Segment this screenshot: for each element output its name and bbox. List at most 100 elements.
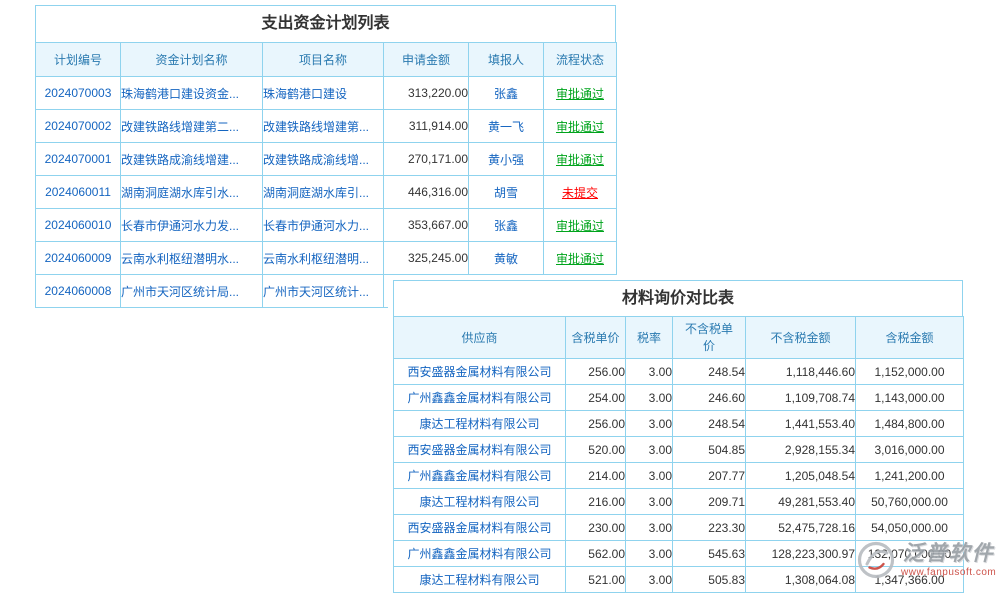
unit-price-tax-cell: 562.00: [566, 541, 626, 567]
project-name-cell[interactable]: 改建铁路线增建第...: [263, 110, 384, 143]
project-name-cell[interactable]: 长春市伊通河水力...: [263, 209, 384, 242]
plan-id-cell[interactable]: 2024060010: [36, 209, 121, 242]
plan-id-cell[interactable]: 2024070003: [36, 77, 121, 110]
fund-plan-name-cell[interactable]: 长春市伊通河水力发...: [121, 209, 263, 242]
plan-id-cell[interactable]: 2024060008: [36, 275, 121, 308]
table-row: 西安盛器金属材料有限公司 230.00 3.00 223.30 52,475,7…: [394, 515, 964, 541]
unit-price-tax-cell: 230.00: [566, 515, 626, 541]
tax-rate-cell: 3.00: [626, 567, 673, 593]
plan-table: 计划编号 资金计划名称 项目名称 申请金额 填报人 流程状态 202407000…: [35, 42, 617, 308]
flow-status-cell[interactable]: 未提交: [544, 176, 617, 209]
unit-price-no-tax-cell: 207.77: [673, 463, 746, 489]
amount-tax-cell: 3,016,000.00: [856, 437, 964, 463]
project-name-cell[interactable]: 改建铁路成渝线增...: [263, 143, 384, 176]
flow-status-cell[interactable]: 审批通过: [544, 209, 617, 242]
flow-status-cell[interactable]: 审批通过: [544, 242, 617, 275]
flow-status-cell[interactable]: 审批通过: [544, 110, 617, 143]
table-row: 西安盛器金属材料有限公司 256.00 3.00 248.54 1,118,44…: [394, 359, 964, 385]
amount-tax-cell: 1,484,800.00: [856, 411, 964, 437]
tax-rate-cell: 3.00: [626, 385, 673, 411]
supplier-cell[interactable]: 西安盛器金属材料有限公司: [394, 437, 566, 463]
plan-table-body: 2024070003 珠海鹤港口建设资金... 珠海鹤港口建设 313,220.…: [36, 77, 617, 308]
plan-table-header-row: 计划编号 资金计划名称 项目名称 申请金额 填报人 流程状态: [36, 43, 617, 77]
supplier-cell[interactable]: 西安盛器金属材料有限公司: [394, 359, 566, 385]
apply-amount-cell: 270,171.00: [384, 143, 469, 176]
supplier-cell[interactable]: 康达工程材料有限公司: [394, 567, 566, 593]
filler-cell: 黄敏: [469, 242, 544, 275]
flow-status-cell[interactable]: 审批通过: [544, 77, 617, 110]
fund-plan-name-cell[interactable]: 湖南洞庭湖水库引水...: [121, 176, 263, 209]
table-row: 2024070001 改建铁路成渝线增建... 改建铁路成渝线增... 270,…: [36, 143, 617, 176]
supplier-cell[interactable]: 西安盛器金属材料有限公司: [394, 515, 566, 541]
flow-status-cell[interactable]: 审批通过: [544, 143, 617, 176]
column-header-fund-plan-name: 资金计划名称: [121, 43, 263, 77]
unit-price-no-tax-cell: 504.85: [673, 437, 746, 463]
amount-no-tax-cell: 1,118,446.60: [746, 359, 856, 385]
table-row: 2024070003 珠海鹤港口建设资金... 珠海鹤港口建设 313,220.…: [36, 77, 617, 110]
amount-no-tax-cell: 1,109,708.74: [746, 385, 856, 411]
supplier-cell[interactable]: 广州鑫鑫金属材料有限公司: [394, 541, 566, 567]
table-row: 康达工程材料有限公司 256.00 3.00 248.54 1,441,553.…: [394, 411, 964, 437]
column-header-unit-price-tax: 含税单价: [566, 317, 626, 359]
unit-price-no-tax-cell: 223.30: [673, 515, 746, 541]
unit-price-no-tax-cell: 505.83: [673, 567, 746, 593]
project-name-cell[interactable]: 珠海鹤港口建设: [263, 77, 384, 110]
supplier-cell[interactable]: 广州鑫鑫金属材料有限公司: [394, 463, 566, 489]
column-header-tax-rate: 税率: [626, 317, 673, 359]
tax-rate-cell: 3.00: [626, 411, 673, 437]
tax-rate-cell: 3.00: [626, 515, 673, 541]
quote-table-title: 材料询价对比表: [393, 280, 963, 316]
apply-amount-cell: 313,220.00: [384, 77, 469, 110]
column-header-plan-id: 计划编号: [36, 43, 121, 77]
unit-price-tax-cell: 254.00: [566, 385, 626, 411]
fund-plan-name-cell[interactable]: 改建铁路线增建第二...: [121, 110, 263, 143]
tax-rate-cell: 3.00: [626, 489, 673, 515]
fund-plan-name-cell[interactable]: 广州市天河区统计局...: [121, 275, 263, 308]
unit-price-tax-cell: 256.00: [566, 411, 626, 437]
tax-rate-cell: 3.00: [626, 359, 673, 385]
project-name-cell[interactable]: 云南水利枢纽潜明...: [263, 242, 384, 275]
table-row: 2024060009 云南水利枢纽潜明水... 云南水利枢纽潜明... 325,…: [36, 242, 617, 275]
plan-id-cell[interactable]: 2024070002: [36, 110, 121, 143]
brand-text-block: 泛普软件 www.fanpusoft.com: [901, 542, 996, 577]
plan-table-panel: 支出资金计划列表 计划编号 资金计划名称 项目名称 申请金额 填报人 流程状态 …: [35, 5, 616, 308]
amount-tax-cell: 1,143,000.00: [856, 385, 964, 411]
column-header-project-name: 项目名称: [263, 43, 384, 77]
fund-plan-name-cell[interactable]: 珠海鹤港口建设资金...: [121, 77, 263, 110]
supplier-cell[interactable]: 广州鑫鑫金属材料有限公司: [394, 385, 566, 411]
table-row: 广州鑫鑫金属材料有限公司 214.00 3.00 207.77 1,205,04…: [394, 463, 964, 489]
tax-rate-cell: 3.00: [626, 437, 673, 463]
unit-price-tax-cell: 216.00: [566, 489, 626, 515]
filler-cell: 张鑫: [469, 209, 544, 242]
brand-name: 泛普软件: [903, 542, 995, 565]
fund-plan-name-cell[interactable]: 云南水利枢纽潜明水...: [121, 242, 263, 275]
column-header-unit-price-no-tax: 不含税单价: [673, 317, 746, 359]
table-row: 西安盛器金属材料有限公司 520.00 3.00 504.85 2,928,15…: [394, 437, 964, 463]
amount-no-tax-cell: 1,308,064.08: [746, 567, 856, 593]
fund-plan-name-cell[interactable]: 改建铁路成渝线增建...: [121, 143, 263, 176]
filler-cell: 胡雪: [469, 176, 544, 209]
quote-table-header-row: 供应商 含税单价 税率 不含税单价 不含税金额 含税金额: [394, 317, 964, 359]
amount-no-tax-cell: 1,205,048.54: [746, 463, 856, 489]
fanpu-logo-icon: [856, 540, 896, 580]
amount-no-tax-cell: 128,223,300.97: [746, 541, 856, 567]
supplier-cell[interactable]: 康达工程材料有限公司: [394, 411, 566, 437]
apply-amount-cell: 446,316.00: [384, 176, 469, 209]
project-name-cell[interactable]: 广州市天河区统计...: [263, 275, 384, 308]
apply-amount-cell: 311,914.00: [384, 110, 469, 143]
unit-price-tax-cell: 520.00: [566, 437, 626, 463]
amount-no-tax-cell: 49,281,553.40: [746, 489, 856, 515]
column-header-apply-amount: 申请金额: [384, 43, 469, 77]
plan-id-cell[interactable]: 2024070001: [36, 143, 121, 176]
unit-price-tax-cell: 256.00: [566, 359, 626, 385]
plan-id-cell[interactable]: 2024060011: [36, 176, 121, 209]
amount-no-tax-cell: 2,928,155.34: [746, 437, 856, 463]
column-header-unit-price-no-tax-label: 不含税单价: [683, 321, 735, 353]
column-header-flow-status: 流程状态: [544, 43, 617, 77]
table-row: 2024070002 改建铁路线增建第二... 改建铁路线增建第... 311,…: [36, 110, 617, 143]
plan-id-cell[interactable]: 2024060009: [36, 242, 121, 275]
project-name-cell[interactable]: 湖南洞庭湖水库引...: [263, 176, 384, 209]
supplier-cell[interactable]: 康达工程材料有限公司: [394, 489, 566, 515]
amount-tax-cell: 1,241,200.00: [856, 463, 964, 489]
apply-amount-cell: 353,667.00: [384, 209, 469, 242]
